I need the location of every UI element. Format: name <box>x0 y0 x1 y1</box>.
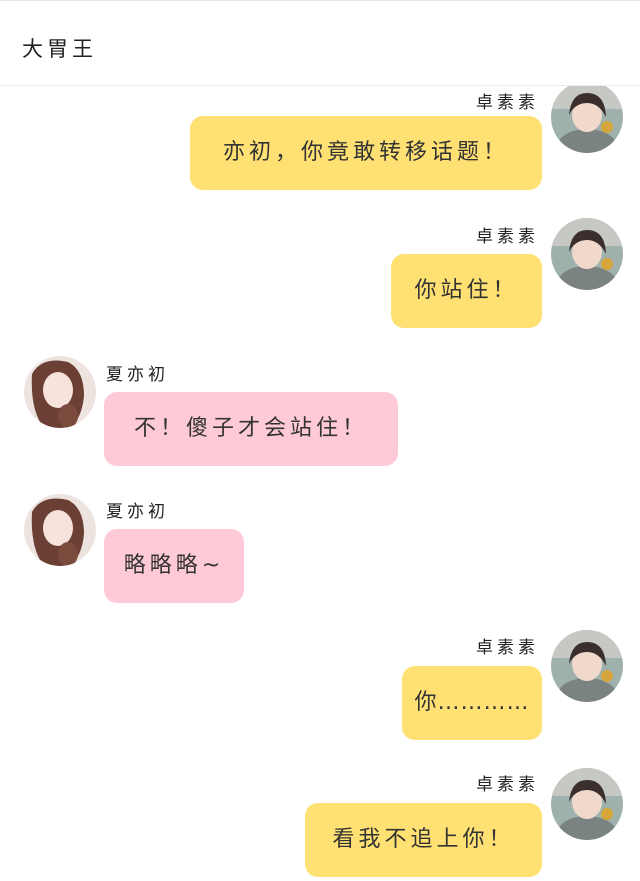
message-bubble[interactable]: 略略略~ <box>104 529 244 603</box>
sender-name: 卓素素 <box>476 775 539 795</box>
sender-name: 夏亦初 <box>106 365 169 385</box>
avatar-zhuo-susu-icon[interactable] <box>551 86 623 153</box>
avatar-zhuo-susu-icon[interactable] <box>551 630 623 702</box>
message-bubble[interactable]: 你………… <box>402 666 542 740</box>
sender-name: 夏亦初 <box>106 502 169 522</box>
avatar-zhuo-susu-icon[interactable] <box>551 218 623 290</box>
chat-title: 大胃王 <box>22 37 97 61</box>
avatar-xia-yichu-icon[interactable] <box>24 494 96 566</box>
chat-header: 大胃王 <box>0 0 640 86</box>
message-bubble[interactable]: 不！傻子才会站住！ <box>104 392 398 466</box>
sender-name: 卓素素 <box>476 638 539 658</box>
avatar-zhuo-susu-icon[interactable] <box>551 768 623 840</box>
sender-name: 卓素素 <box>476 227 539 247</box>
message-bubble[interactable]: 亦初，你竟敢转移话题！ <box>190 116 542 190</box>
message-list[interactable]: 卓素素 亦初，你竟敢转移话题！ 卓素素 你站住！ 夏亦初 不！傻子才会站住！ 夏… <box>0 86 640 881</box>
message-bubble[interactable]: 你站住！ <box>391 254 542 328</box>
message-bubble[interactable]: 看我不追上你！ <box>305 803 542 877</box>
avatar-xia-yichu-icon[interactable] <box>24 356 96 428</box>
sender-name: 卓素素 <box>476 93 539 113</box>
